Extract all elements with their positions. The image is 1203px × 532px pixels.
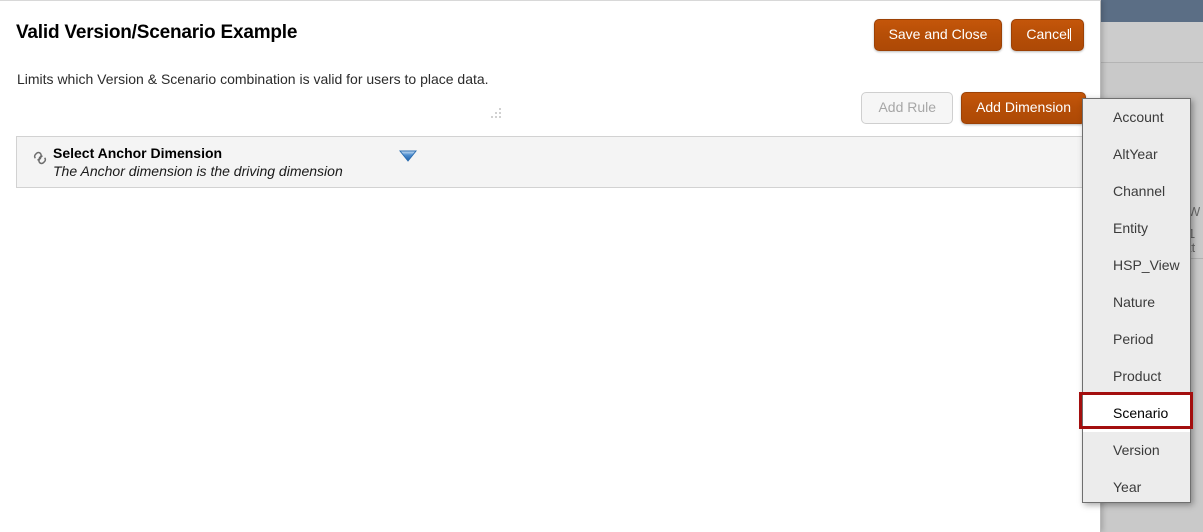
- anchor-dimension-title: Select Anchor Dimension: [53, 145, 223, 161]
- menu-item-year[interactable]: Year: [1083, 469, 1190, 506]
- valid-intersection-dialog: Valid Version/Scenario Example Limits wh…: [0, 0, 1101, 532]
- dialog-action-bar: Save and Close Cancel: [873, 19, 1084, 51]
- menu-item-account[interactable]: Account: [1083, 99, 1190, 136]
- menu-item-altyear[interactable]: AltYear: [1083, 136, 1190, 173]
- menu-item-hsp-view[interactable]: HSP_View: [1083, 247, 1190, 284]
- background-app-panel-top: [1100, 22, 1203, 63]
- anchor-dimension-description: The Anchor dimension is the driving dime…: [53, 163, 343, 179]
- add-dimension-button[interactable]: Add Dimension: [961, 92, 1086, 124]
- link-icon: [31, 149, 49, 167]
- menu-item-entity[interactable]: Entity: [1083, 210, 1190, 247]
- add-rule-button[interactable]: Add Rule: [861, 92, 954, 124]
- page-title: Valid Version/Scenario Example: [16, 22, 298, 43]
- menu-item-period[interactable]: Period: [1083, 321, 1190, 358]
- text-caret: [1070, 28, 1071, 41]
- background-app-header-bar: [1100, 0, 1203, 22]
- menu-item-version[interactable]: Version: [1083, 432, 1190, 469]
- dimension-dropdown-menu[interactable]: Account AltYear Channel Entity HSP_View Natur…: [1082, 98, 1191, 503]
- chevron-down-icon[interactable]: [398, 149, 418, 163]
- cancel-button[interactable]: Cancel: [1011, 19, 1084, 51]
- menu-item-channel[interactable]: Channel: [1083, 173, 1190, 210]
- save-and-close-button[interactable]: Save and Close: [873, 19, 1003, 51]
- anchor-dimension-panel[interactable]: Select Anchor Dimension The Anchor dimen…: [16, 136, 1086, 188]
- cancel-button-label: Cancel: [1026, 26, 1070, 42]
- menu-item-scenario[interactable]: Scenario: [1083, 395, 1190, 432]
- menu-item-product[interactable]: Product: [1083, 358, 1190, 395]
- menu-item-nature[interactable]: Nature: [1083, 284, 1190, 321]
- resize-grip-icon[interactable]: [491, 108, 503, 120]
- rule-action-bar: Add Rule Add Dimension: [861, 92, 1086, 124]
- page-description: Limits which Version & Scenario combinat…: [17, 71, 489, 87]
